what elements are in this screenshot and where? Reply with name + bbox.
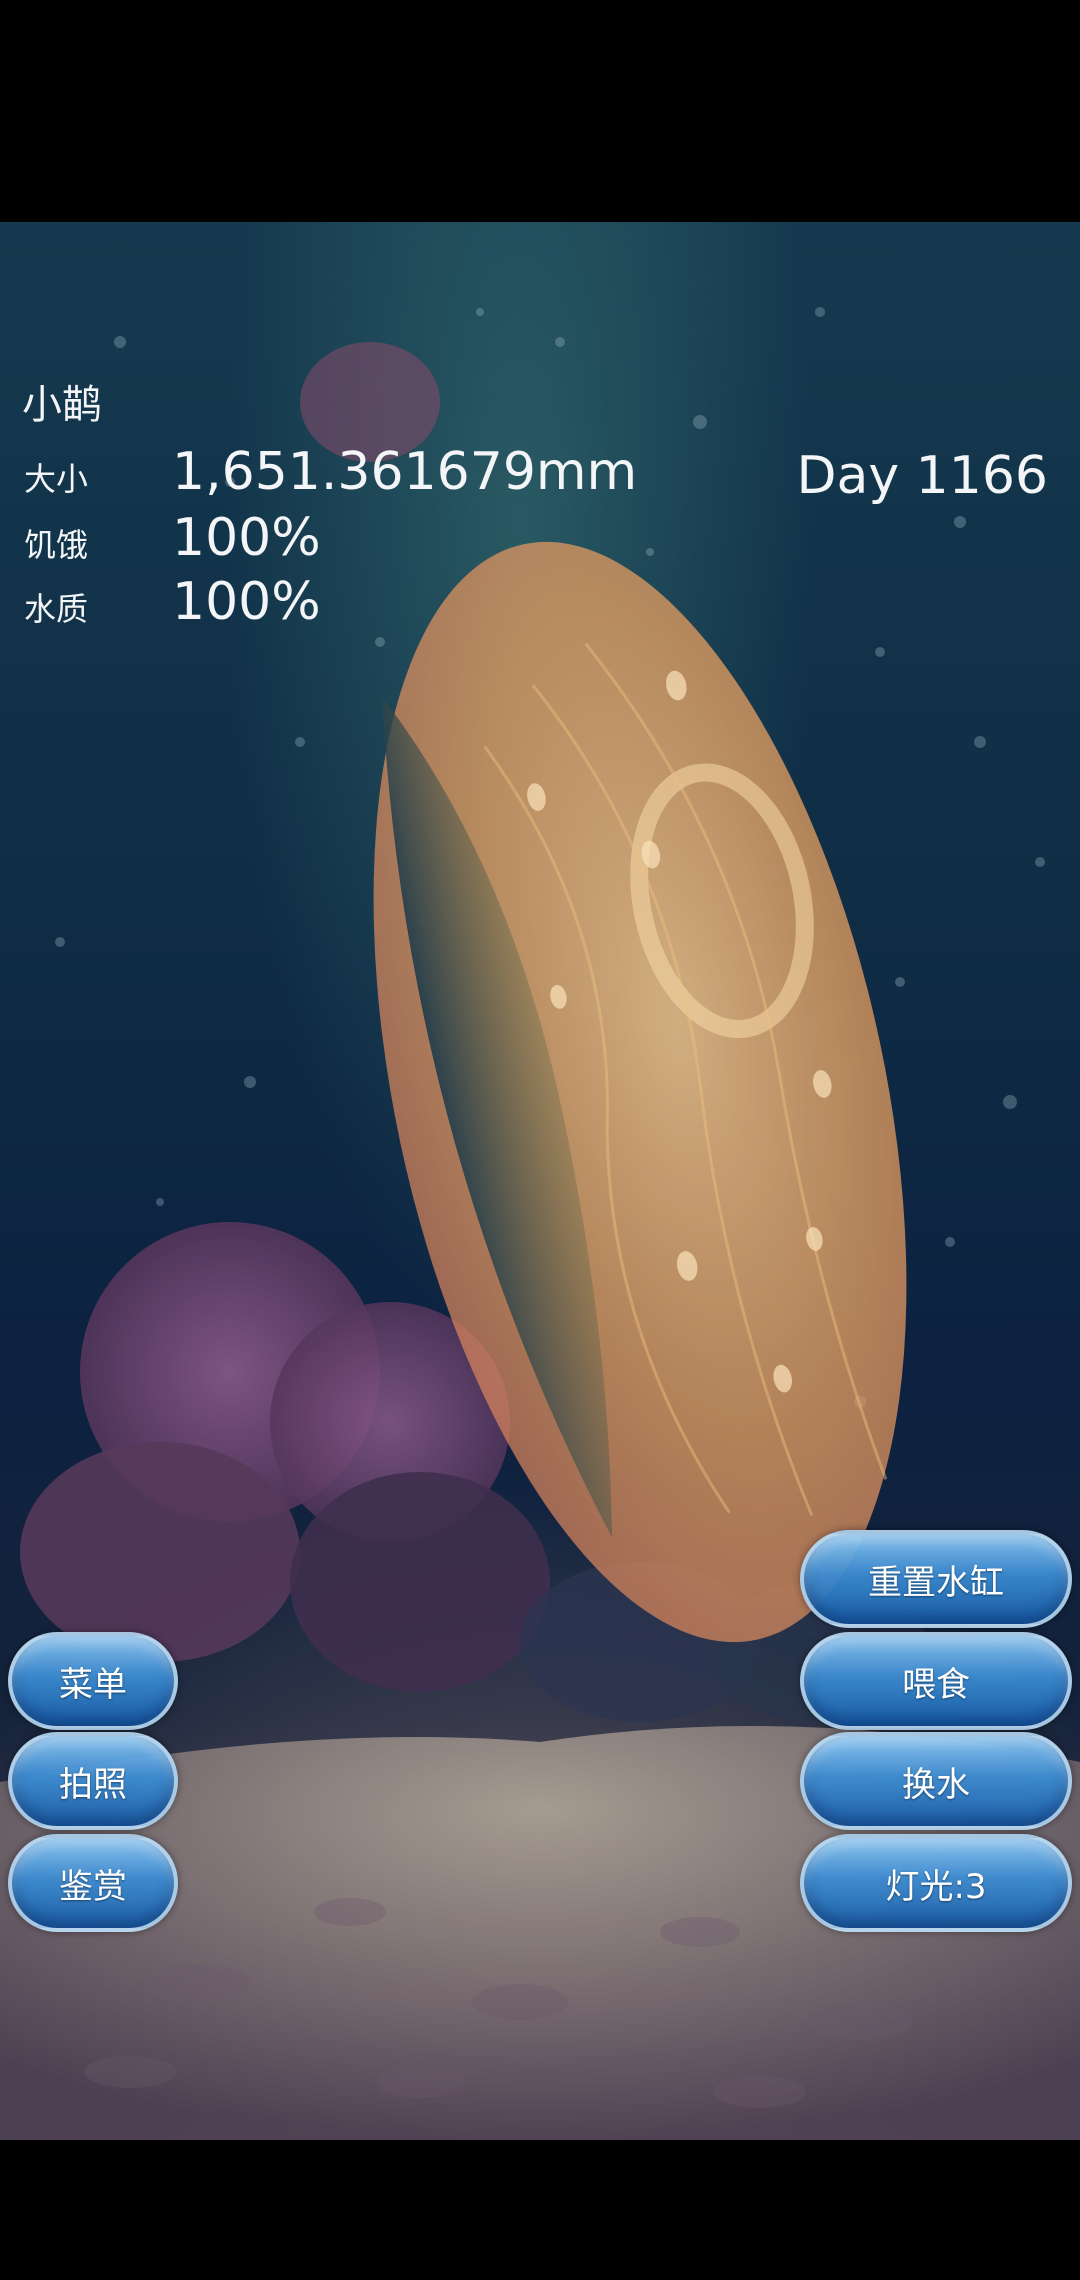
feed-button[interactable]: 喂食: [800, 1632, 1072, 1730]
pet-name: 小鹋: [22, 382, 102, 428]
size-label: 大小: [24, 460, 89, 498]
hunger-label: 饥饿: [24, 526, 89, 564]
letterbox-bottom: [0, 2140, 1080, 2280]
reset-tank-button[interactable]: 重置水缸: [800, 1530, 1072, 1628]
water-quality-label: 水质: [24, 590, 89, 628]
change-water-button[interactable]: 换水: [800, 1732, 1072, 1830]
size-value: 1,651.361679mm: [172, 442, 638, 502]
menu-button[interactable]: 菜单: [8, 1632, 178, 1730]
letterbox-top: [0, 0, 1080, 222]
hunger-value: 100%: [172, 508, 321, 568]
day-counter: Day 1166: [796, 446, 1048, 506]
light-button[interactable]: 灯光:3: [800, 1834, 1072, 1932]
gallery-button[interactable]: 鉴赏: [8, 1834, 178, 1932]
water-quality-value: 100%: [172, 572, 321, 632]
photo-button[interactable]: 拍照: [8, 1732, 178, 1830]
